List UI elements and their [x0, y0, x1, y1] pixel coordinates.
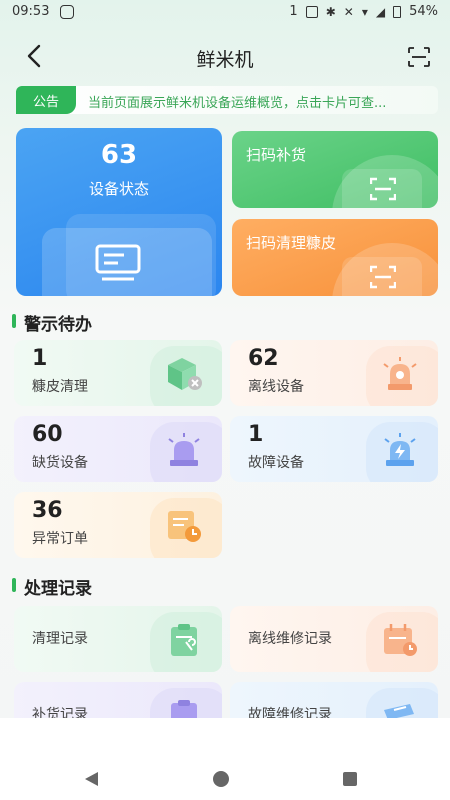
alert-count: 1 [248, 422, 264, 447]
bluetooth-icon: ✱ [325, 4, 336, 19]
section-marker [12, 578, 16, 592]
status-icons: 1 ✱ ✕ ▾ ◢ 54% [289, 4, 438, 19]
alerts-section-title: 警示待办 [24, 315, 92, 335]
scan-restock-label: 扫码补货 [246, 146, 307, 164]
scan-icon [370, 265, 396, 289]
nav-bar: 鲜米机 [0, 35, 450, 79]
device-status-card[interactable]: 63 设备状态 [16, 128, 222, 296]
device-status-count: 63 [100, 140, 138, 170]
recents-square-icon[interactable] [342, 770, 358, 788]
notice-tag: 公告 [16, 86, 76, 114]
record-label: 离线维修记录 [248, 631, 332, 647]
clipboard-wrench-icon [171, 624, 197, 656]
alarm-light-icon [383, 357, 417, 390]
record-tile-offline-repair[interactable]: 离线维修记录 [230, 606, 438, 672]
monitor-icon [95, 244, 141, 281]
alert-tile-abnormal-order[interactable]: 36 异常订单 [14, 492, 222, 558]
record-label: 清理记录 [32, 631, 88, 647]
alert-tile-offline[interactable]: 62 离线设备 [230, 340, 438, 406]
calendar-clock-icon [384, 624, 417, 656]
mute-icon: ✕ [343, 4, 354, 19]
alert-label: 离线设备 [248, 379, 304, 395]
alert-label: 异常订单 [32, 531, 88, 547]
scan-icon [370, 177, 396, 201]
record-tile-cleaning[interactable]: 清理记录 [14, 606, 222, 672]
scan-restock-card[interactable]: 扫码补货 [232, 131, 438, 208]
system-nav-bar [0, 718, 450, 800]
alert-count: 60 [32, 422, 63, 447]
siren-icon [168, 433, 200, 466]
alert-tile-bran-clean[interactable]: 1 糠皮清理 [14, 340, 222, 406]
back-triangle-icon[interactable] [82, 770, 100, 788]
nfc-icon [305, 5, 318, 18]
status-time: 09:53 [12, 4, 50, 19]
notice-text: 当前页面展示鲜米机设备运维概览，点击卡片可查... [88, 96, 387, 111]
alert-tile-out-of-stock[interactable]: 60 缺货设备 [14, 416, 222, 482]
alert-label: 缺货设备 [32, 455, 88, 471]
alert-label: 糠皮清理 [32, 379, 88, 395]
battery-level: 54% [409, 4, 438, 19]
alert-count: 36 [32, 498, 63, 523]
alert-count: 1 [32, 346, 48, 371]
notification-icon [60, 5, 74, 19]
home-circle-icon[interactable] [212, 770, 230, 788]
scan-clean-bran-label: 扫码清理糠皮 [246, 234, 337, 252]
scan-clean-bran-card[interactable]: 扫码清理糠皮 [232, 219, 438, 296]
notice-bar[interactable]: 公告 当前页面展示鲜米机设备运维概览，点击卡片可查... [16, 86, 438, 114]
wifi-icon: ▾ [361, 4, 368, 19]
cube-icon [168, 358, 202, 390]
device-status-label: 设备状态 [88, 180, 149, 198]
section-marker [12, 314, 16, 328]
page-title: 鲜米机 [196, 49, 254, 71]
battery-icon [393, 5, 402, 18]
status-bar: 09:53 1 ✱ ✕ ▾ ◢ 54% [0, 0, 450, 26]
order-clock-icon [168, 511, 201, 542]
sim-badge: 1 [289, 4, 298, 19]
alert-tile-fault[interactable]: 1 故障设备 [230, 416, 438, 482]
records-section-title: 处理记录 [24, 579, 92, 599]
alert-count: 62 [248, 346, 279, 371]
scan-icon[interactable] [408, 47, 430, 67]
fault-siren-icon [384, 433, 416, 466]
alert-label: 故障设备 [248, 455, 304, 471]
signal-icon: ◢ [375, 4, 386, 19]
